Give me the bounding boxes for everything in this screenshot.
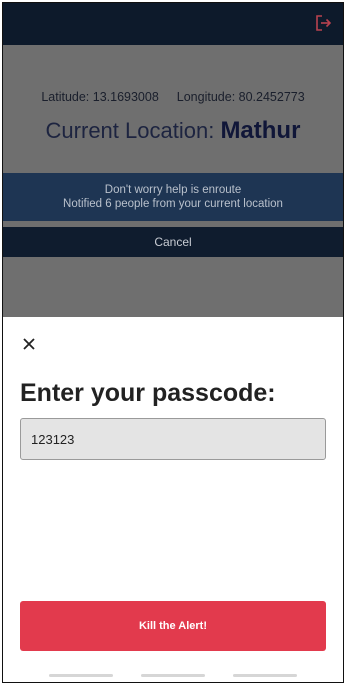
passcode-title: Enter your passcode:: [20, 379, 276, 407]
logout-icon[interactable]: [313, 13, 333, 33]
notification-banner: Don't worry help is enroute Notified 6 p…: [3, 173, 343, 221]
current-location-label: Current Location:: [45, 118, 215, 143]
nav-bar: [3, 674, 343, 678]
nav-pill: [233, 674, 297, 677]
passcode-input[interactable]: [20, 418, 326, 460]
passcode-sheet: Enter your passcode: Kill the Alert!: [3, 317, 343, 682]
location-name: Mathur: [220, 117, 301, 144]
alert-screen: Latitude: 13.1693008 Longitude: 80.24527…: [3, 45, 343, 317]
kill-alert-button[interactable]: Kill the Alert!: [20, 601, 326, 651]
cancel-button[interactable]: Cancel: [3, 227, 343, 257]
top-bar: [3, 3, 343, 45]
coordinates: Latitude: 13.1693008 Longitude: 80.24527…: [3, 90, 343, 104]
nav-pill: [141, 674, 205, 677]
longitude-text: Longitude: 80.2452773: [176, 90, 305, 104]
current-location: Current Location: Mathur: [3, 117, 343, 145]
notification-line-1: Don't worry help is enroute: [104, 184, 242, 196]
close-icon[interactable]: [20, 335, 38, 353]
latitude-text: Latitude: 13.1693008: [41, 90, 159, 104]
nav-pill: [49, 674, 113, 677]
app-frame: Latitude: 13.1693008 Longitude: 80.24527…: [2, 2, 344, 683]
notification-line-2: Notified 6 people from your current loca…: [63, 198, 283, 210]
